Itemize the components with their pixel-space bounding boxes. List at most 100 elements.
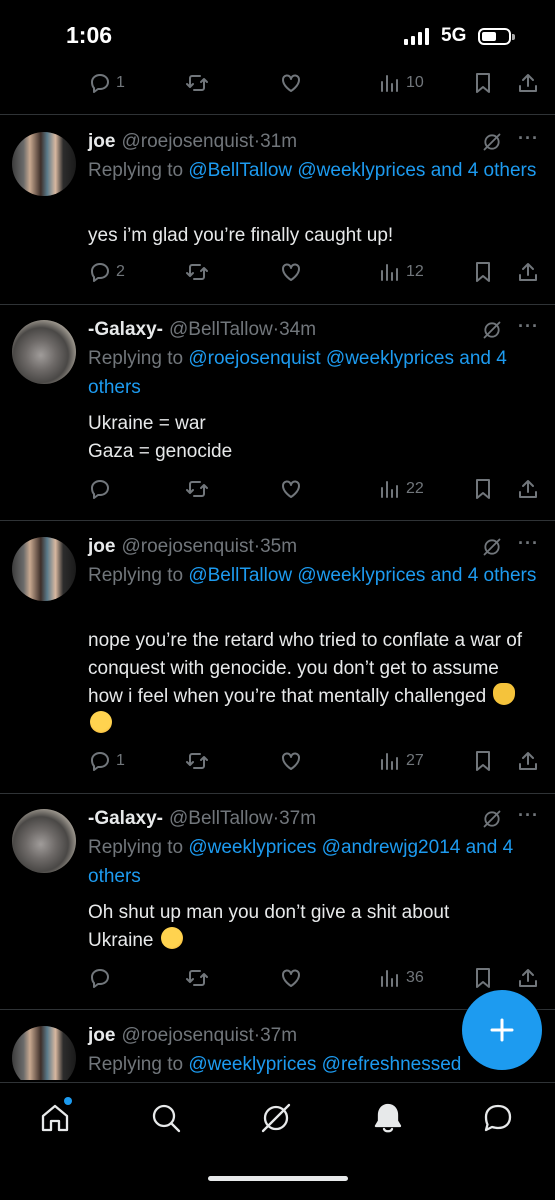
home-icon	[41, 1104, 69, 1132]
heart-icon	[282, 480, 300, 498]
retweet-button[interactable]	[185, 746, 209, 776]
views-icon	[381, 75, 398, 92]
like-button[interactable]	[279, 474, 303, 504]
bookmark-icon	[476, 262, 490, 282]
timestamp[interactable]: 37m	[260, 1025, 297, 1047]
heart-icon	[282, 74, 300, 92]
nav-home[interactable]	[38, 1101, 72, 1135]
like-button[interactable]	[279, 963, 303, 993]
nav-grok[interactable]	[259, 1101, 293, 1135]
views-button[interactable]: 10	[378, 68, 424, 98]
nav-notifications[interactable]	[371, 1101, 405, 1135]
retweet-icon	[186, 75, 208, 91]
reply-icon	[91, 752, 109, 771]
views-button[interactable]: 36	[378, 963, 424, 993]
views-icon	[381, 753, 398, 770]
bookmark-icon	[476, 73, 490, 93]
username[interactable]: @roejosenquist	[121, 1025, 253, 1047]
tweet-text-line: Ukraine = war	[88, 413, 206, 434]
display-name[interactable]: -Galaxy-	[88, 319, 163, 341]
more-options-button[interactable]: ···	[518, 128, 539, 149]
username[interactable]: @roejosenquist	[121, 131, 253, 153]
timestamp[interactable]: 31m	[260, 131, 297, 153]
retweet-button[interactable]	[185, 474, 209, 504]
avatar[interactable]	[12, 132, 76, 196]
bookmark-icon	[476, 479, 490, 499]
divider	[0, 304, 555, 305]
more-options-button[interactable]: ···	[518, 805, 539, 826]
views-button[interactable]: 27	[378, 746, 424, 776]
username[interactable]: @BellTallow	[169, 808, 273, 830]
tweet-header: joe @roejosenquist · 31m	[88, 128, 297, 156]
more-options-button[interactable]: ···	[518, 533, 539, 554]
bookmark-icon	[476, 751, 490, 771]
nav-messages[interactable]	[481, 1101, 515, 1135]
username[interactable]: @roejosenquist	[121, 536, 253, 558]
timestamp[interactable]: 34m	[279, 319, 316, 341]
retweet-button[interactable]	[185, 68, 209, 98]
avatar[interactable]	[12, 537, 76, 601]
replying-to: Replying to @BellTallow @weeklyprices an…	[88, 156, 548, 185]
reply-button[interactable]: 1	[88, 68, 125, 98]
retweet-icon	[186, 753, 208, 769]
retweet-button[interactable]	[185, 963, 209, 993]
tweet-actions-previous: 1 10	[0, 68, 555, 98]
replying-to-label: Replying to	[88, 1054, 184, 1075]
cellular-signal-icon	[404, 28, 429, 45]
reply-button[interactable]	[88, 963, 112, 993]
bottom-navigation	[0, 1082, 555, 1200]
bookmark-button[interactable]	[471, 963, 495, 993]
bookmark-button[interactable]	[471, 68, 495, 98]
like-button[interactable]	[279, 746, 303, 776]
reply-button[interactable]: 2	[88, 257, 125, 287]
share-button[interactable]	[516, 474, 540, 504]
grok-icon	[261, 1103, 291, 1133]
nav-search[interactable]	[149, 1101, 183, 1135]
timestamp[interactable]: 35m	[260, 536, 297, 558]
avatar[interactable]	[12, 320, 76, 384]
grok-icon[interactable]	[482, 320, 502, 340]
grok-icon[interactable]	[482, 537, 502, 557]
reply-count: 1	[116, 74, 125, 91]
like-button[interactable]	[279, 68, 303, 98]
retweet-button[interactable]	[185, 257, 209, 287]
tweet-header: -Galaxy- @BellTallow · 34m	[88, 316, 316, 344]
replying-to-users[interactable]: @BellTallow @weeklyprices and 4 others	[188, 160, 536, 181]
avatar[interactable]	[12, 809, 76, 873]
reply-button[interactable]: 1	[88, 746, 125, 776]
tweet-actions: 2 12	[0, 257, 555, 287]
reply-button[interactable]	[88, 474, 112, 504]
views-button[interactable]: 12	[378, 257, 424, 287]
replying-to-users[interactable]: @weeklyprices @refreshnessed	[188, 1054, 461, 1075]
avatar[interactable]	[12, 1026, 76, 1080]
replying-to-users[interactable]: @BellTallow @weeklyprices and 4 others	[188, 565, 536, 586]
like-button[interactable]	[279, 257, 303, 287]
share-icon	[519, 263, 537, 281]
retweet-icon	[186, 970, 208, 986]
tweet-text: Ukraine = war Gaza = genocide	[88, 410, 538, 466]
display-name[interactable]: joe	[88, 131, 115, 153]
display-name[interactable]: -Galaxy-	[88, 808, 163, 830]
more-options-button[interactable]: ···	[518, 316, 539, 337]
reply-icon	[91, 263, 109, 282]
grok-icon[interactable]	[482, 132, 502, 152]
timestamp[interactable]: 37m	[279, 808, 316, 830]
bookmark-button[interactable]	[471, 746, 495, 776]
views-button[interactable]: 22	[378, 474, 424, 504]
bookmark-button[interactable]	[471, 257, 495, 287]
share-button[interactable]	[516, 746, 540, 776]
replying-to: Replying to @weeklyprices @andrewjg2014 …	[88, 833, 548, 891]
share-button[interactable]	[516, 68, 540, 98]
views-count: 36	[406, 969, 424, 986]
battery-icon	[478, 28, 515, 45]
bookmark-button[interactable]	[471, 474, 495, 504]
grok-icon[interactable]	[482, 809, 502, 829]
share-button[interactable]	[516, 963, 540, 993]
views-count: 12	[406, 263, 424, 280]
tweet-text: nope you’re the retard who tried to conf…	[88, 627, 538, 739]
compose-post-button[interactable]	[462, 990, 542, 1070]
display-name[interactable]: joe	[88, 536, 115, 558]
username[interactable]: @BellTallow	[169, 319, 273, 341]
share-button[interactable]	[516, 257, 540, 287]
display-name[interactable]: joe	[88, 1025, 115, 1047]
